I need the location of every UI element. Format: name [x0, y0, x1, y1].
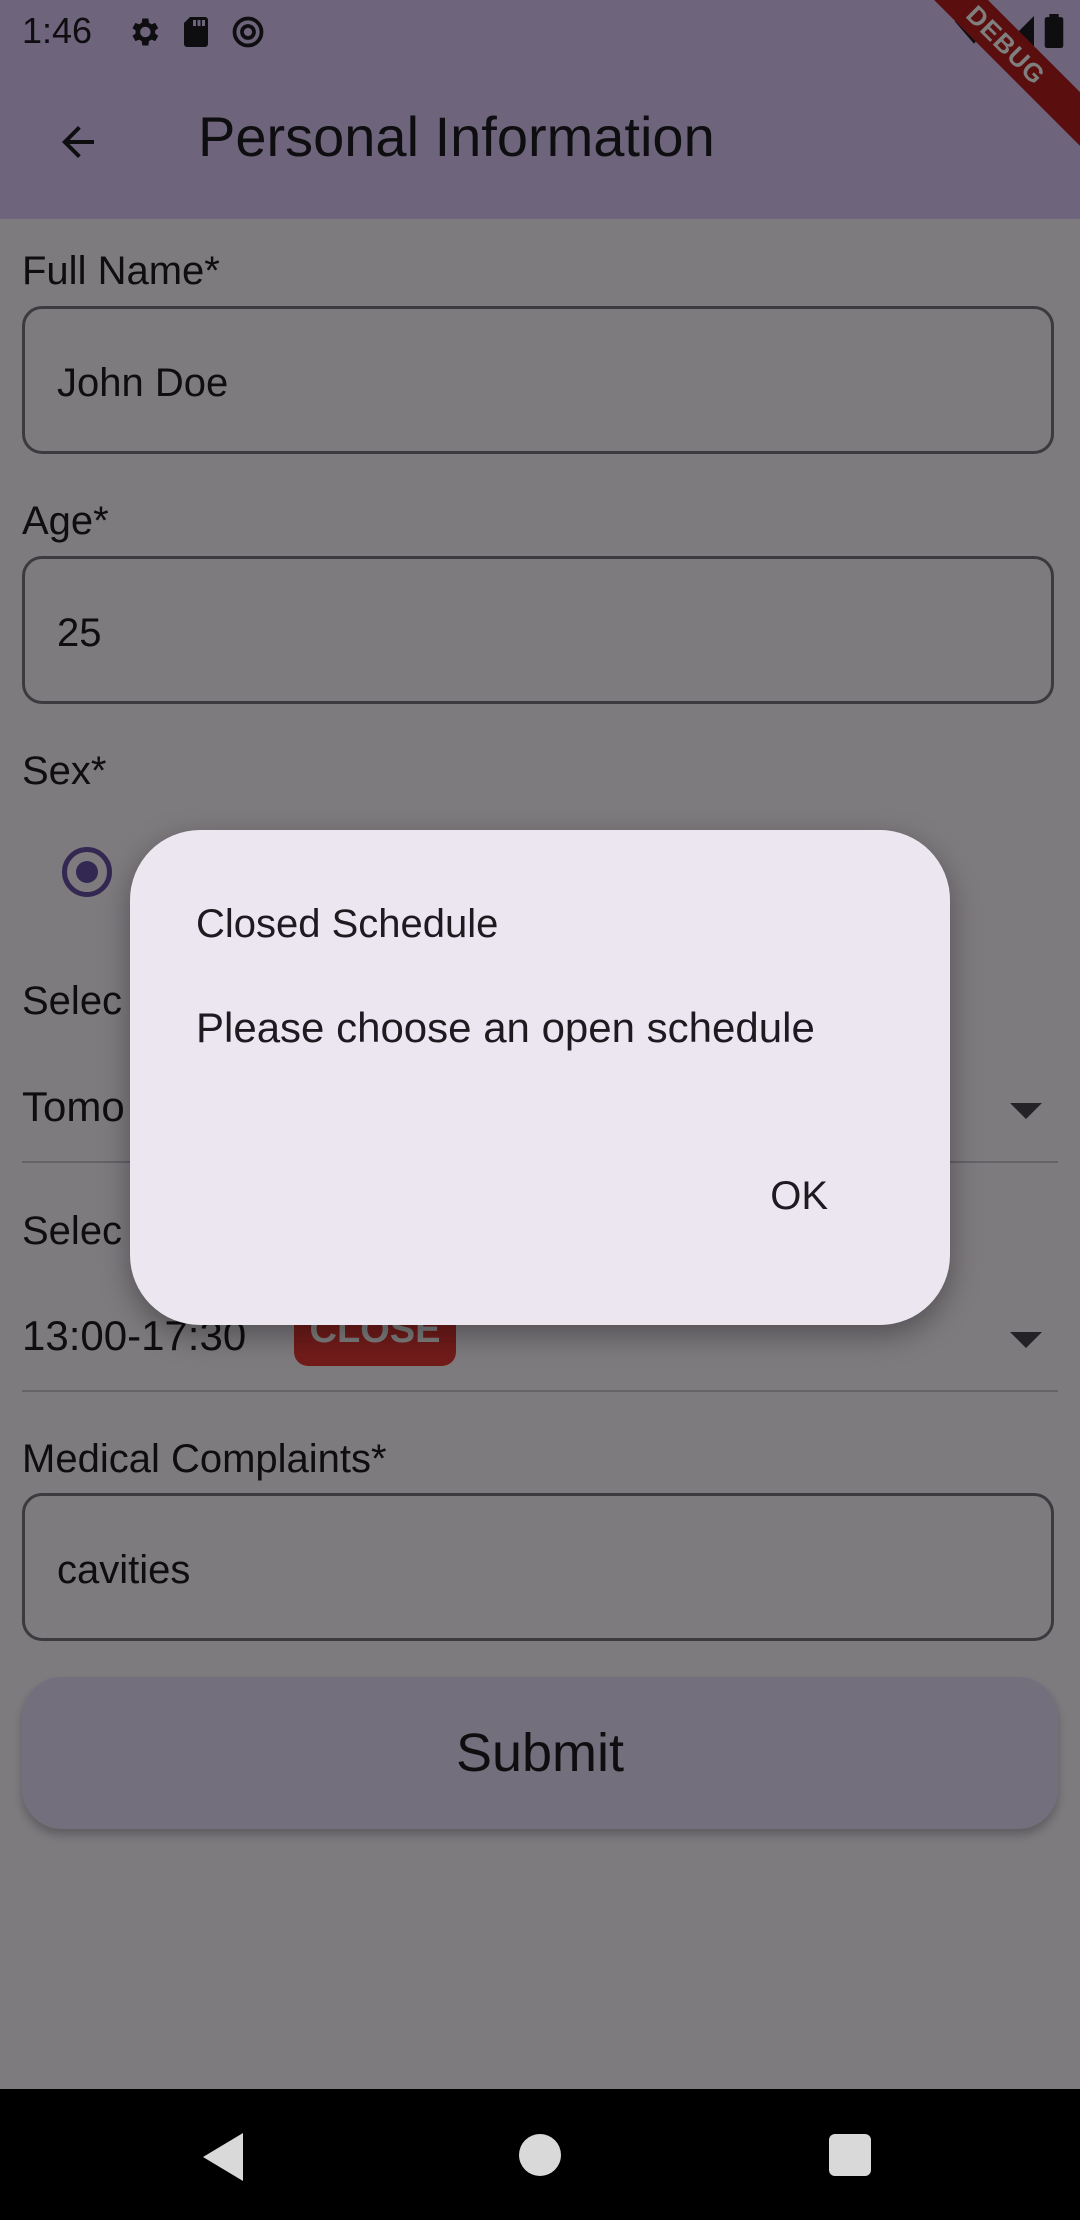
- dialog-message: Please choose an open schedule: [196, 1004, 815, 1051]
- nav-back-icon[interactable]: [203, 2133, 243, 2181]
- system-nav-bar: [0, 2089, 1080, 2220]
- ok-button[interactable]: OK: [760, 1168, 838, 1225]
- dialog-title: Closed Schedule: [196, 902, 499, 946]
- nav-home-icon[interactable]: [519, 2134, 561, 2176]
- nav-recents-icon[interactable]: [829, 2134, 871, 2176]
- closed-schedule-dialog: Closed Schedule Please choose an open sc…: [130, 830, 950, 1325]
